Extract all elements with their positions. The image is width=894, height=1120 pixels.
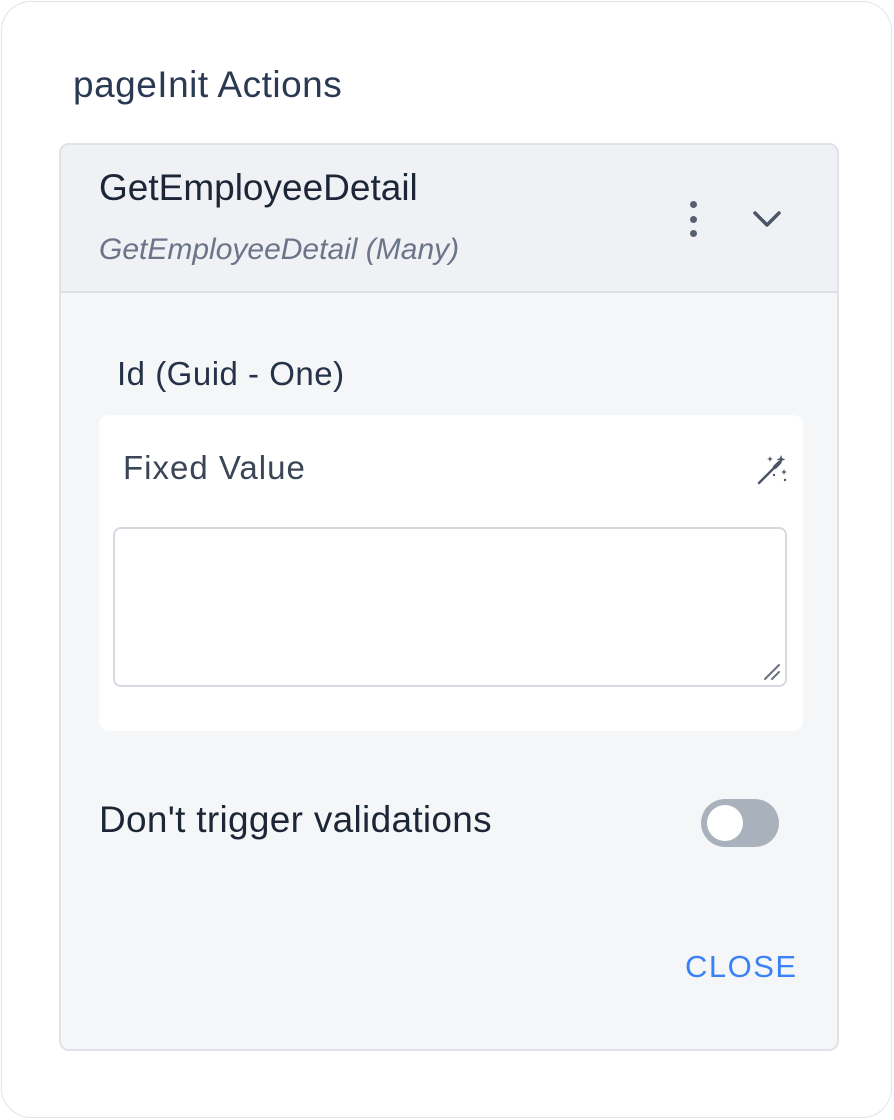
- actions-panel: pageInit Actions GetEmployeeDetail GetEm…: [1, 1, 892, 1118]
- fixed-value-textarea[interactable]: [113, 527, 787, 687]
- validation-toggle-label: Don't trigger validations: [99, 799, 492, 840]
- parameter-label: Id (Guid - One): [117, 355, 345, 392]
- action-subtitle: GetEmployeeDetail (Many): [99, 233, 460, 266]
- action-card: GetEmployeeDetail GetEmployeeDetail (Man…: [59, 143, 839, 1051]
- validation-toggle[interactable]: [701, 799, 779, 847]
- value-type-label: Fixed Value: [123, 449, 306, 486]
- parameter-value-box: Fixed Value: [99, 415, 803, 731]
- kebab-vertical-icon[interactable]: [675, 197, 711, 241]
- close-button[interactable]: CLOSE: [685, 949, 798, 985]
- action-name: GetEmployeeDetail: [99, 167, 418, 208]
- resize-handle-icon[interactable]: [759, 659, 781, 681]
- toggle-knob: [707, 805, 743, 841]
- chevron-down-icon[interactable]: [747, 199, 787, 239]
- section-title: pageInit Actions: [73, 64, 343, 105]
- magic-wand-icon[interactable]: [755, 453, 789, 487]
- action-card-header[interactable]: GetEmployeeDetail GetEmployeeDetail (Man…: [61, 145, 837, 293]
